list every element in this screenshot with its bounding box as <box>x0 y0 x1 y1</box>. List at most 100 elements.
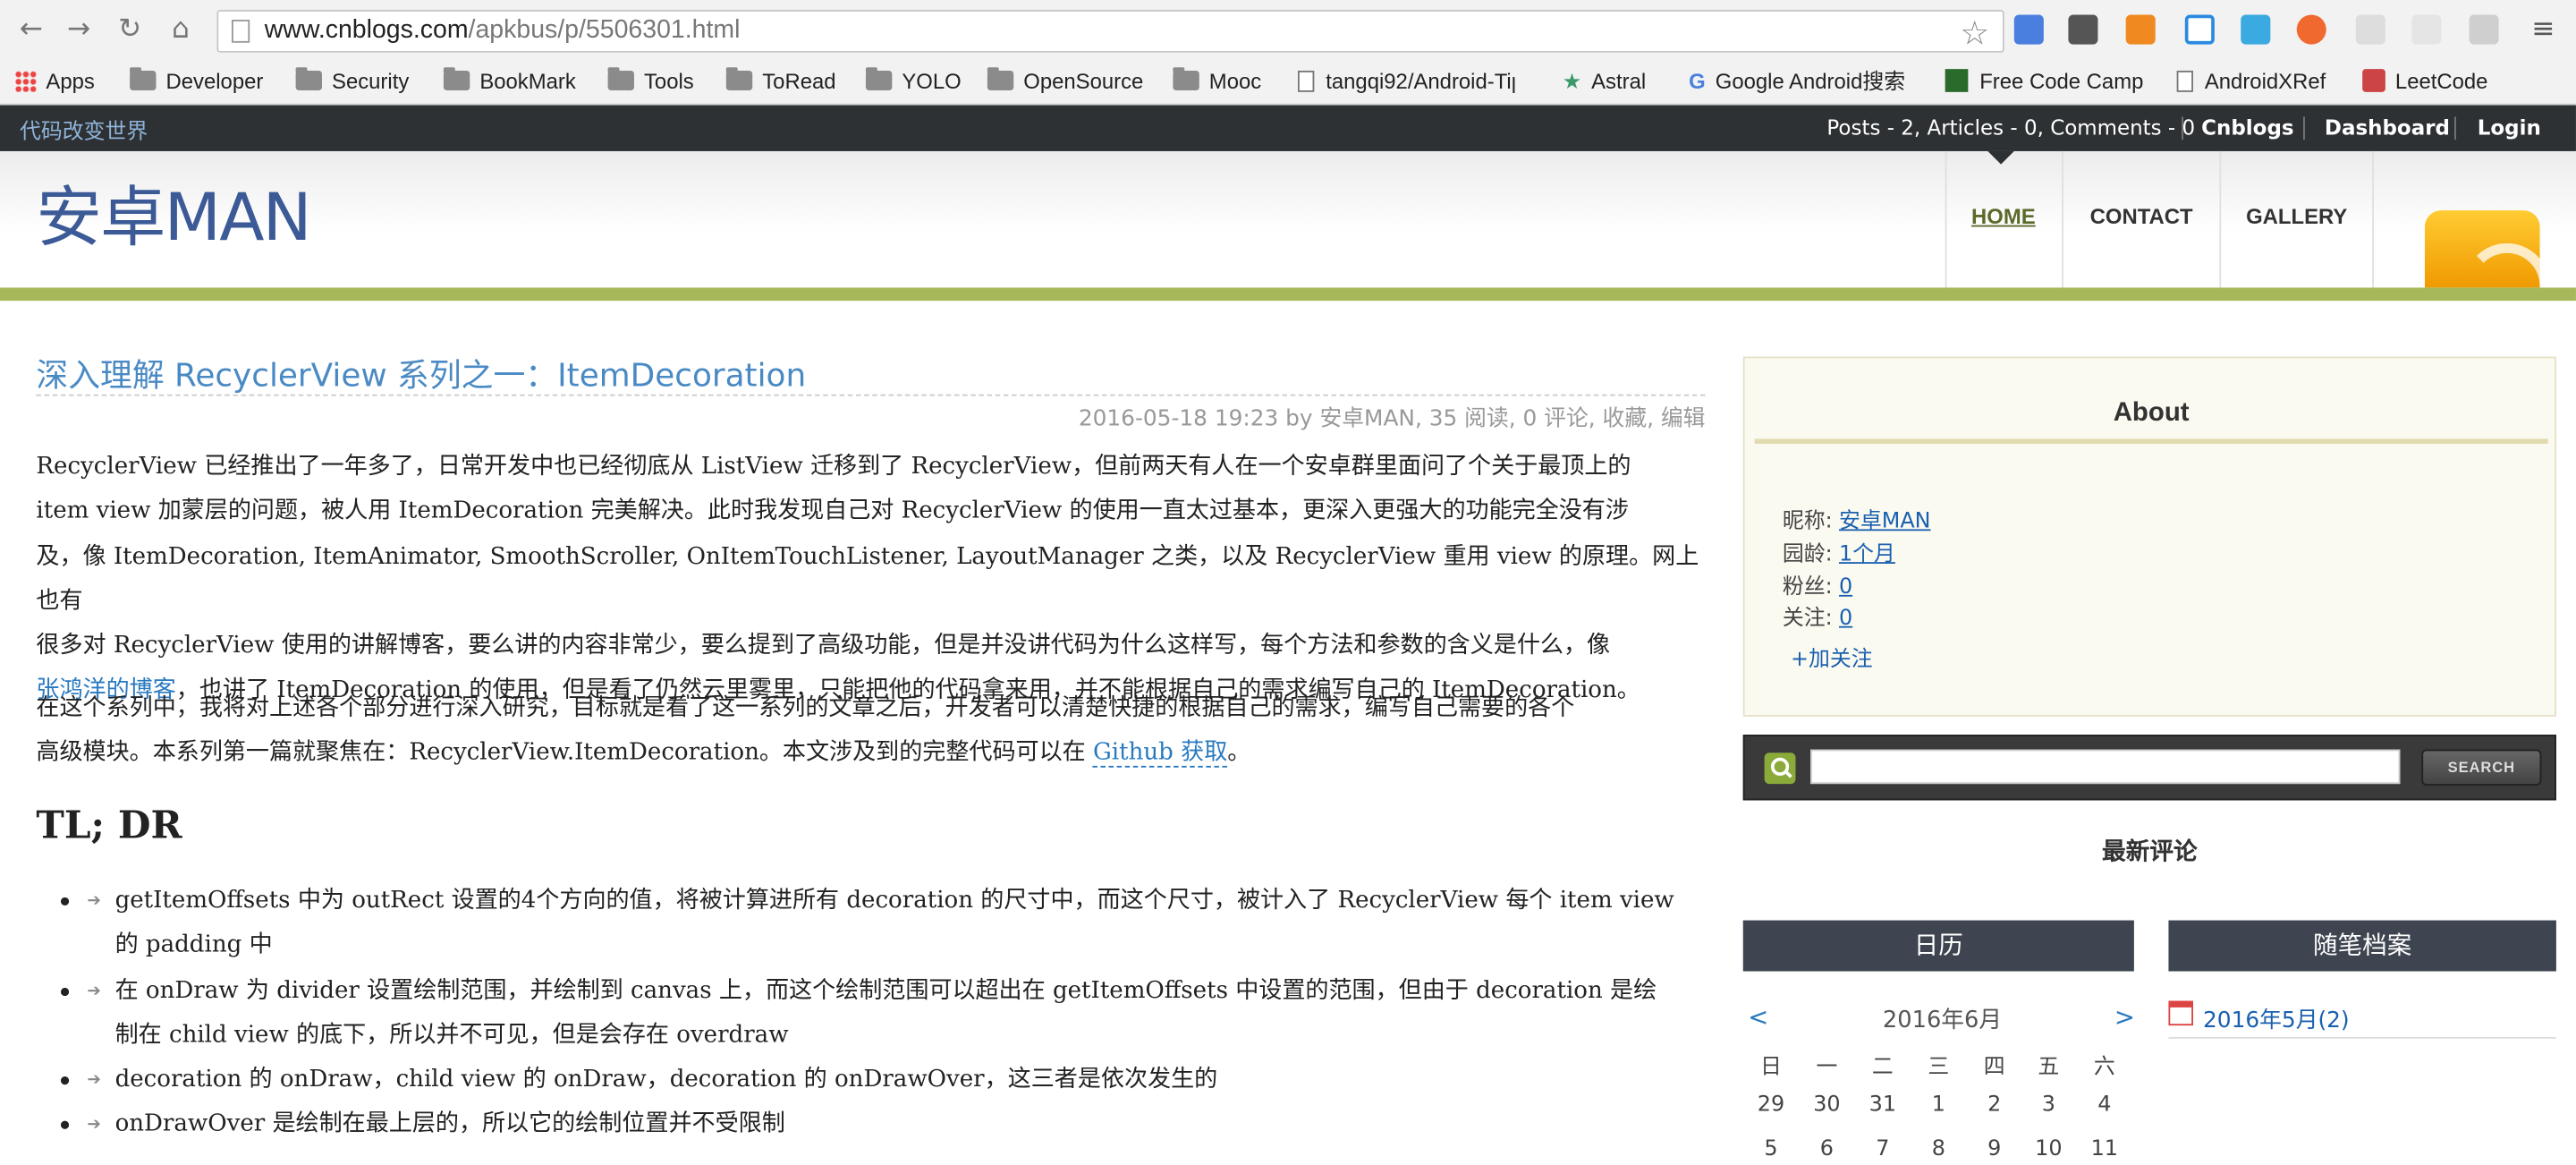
paragraph-line: item view 加蒙层的问题，被人用 ItemDecoration 完美解决… <box>36 498 1629 525</box>
archive-link-may[interactable]: 2016年5月(2) <box>2203 1001 2350 1033</box>
age-link[interactable]: 1个月 <box>1839 542 1895 567</box>
address-bar[interactable]: www.cnblogs.com/apkbus/p/5506301.html ☆ <box>216 10 2004 53</box>
lifebuoy-extension-icon[interactable] <box>2296 14 2326 45</box>
bookmark-astral[interactable]: ★ Astral <box>1563 67 1646 97</box>
calendar-weekday: 日 <box>1759 1055 1782 1080</box>
bullet-dot <box>60 1120 70 1129</box>
fans-link[interactable]: 0 <box>1839 575 1852 600</box>
search-panel: SEARCH <box>1742 735 2556 801</box>
url-text: www.cnblogs.com/apkbus/p/5506301.html <box>264 16 741 45</box>
login-link[interactable]: Login <box>2478 115 2541 140</box>
list-item: ➔ onDrawOver 是绘制在最上层的，所以它的绘制位置并不受限制 <box>60 1102 1706 1147</box>
calendar-prev-button[interactable]: < <box>1748 1002 1768 1032</box>
bookmark-folder[interactable]: ToRead <box>725 67 836 97</box>
github-link[interactable]: Github 获取 <box>1092 740 1227 769</box>
paragraph-line: 很多对 RecyclerView 使用的讲解博客，要么讲的内容非常少，要么提到了… <box>36 633 1611 659</box>
home-icon[interactable]: ⌂ <box>165 13 198 47</box>
leetcode-icon <box>2362 69 2385 92</box>
intro-paragraph: RecyclerView 已经推出了一年多了，日常开发中也已经彻底从 ListV… <box>36 446 1705 715</box>
arrow-icon: ➔ <box>87 982 101 1001</box>
calendar-day: 8 <box>1931 1136 1945 1162</box>
bookmark-star-icon[interactable]: ☆ <box>1960 13 1989 53</box>
browser-toolbar: ← → ↻ ⌂ www.cnblogs.com/apkbus/p/5506301… <box>0 0 2576 61</box>
y-extension-icon[interactable] <box>2184 14 2215 45</box>
nav-contact[interactable]: CONTACT <box>2062 150 2219 288</box>
shield-extension-icon[interactable] <box>2411 14 2442 45</box>
calendar-weekday: 四 <box>1983 1055 2005 1080</box>
bookmark-folder[interactable]: Mooc <box>1173 67 1261 97</box>
bookmark-page[interactable]: AndroidXRef <box>2176 67 2326 97</box>
reload-icon[interactable]: ↻ <box>114 13 147 47</box>
dashboard-link[interactable]: Dashboard <box>2325 115 2450 140</box>
pocket-extension-icon[interactable] <box>2068 14 2098 45</box>
paragraph-line: 在这个系列中，我将对上述各个部分进行深入研究，目标就是看了这一系列的文章之后，开… <box>36 694 1575 722</box>
bullet-dot <box>60 897 70 906</box>
arrow-icon: ➔ <box>87 1071 101 1090</box>
bookmark-folder[interactable]: BookMark <box>443 67 576 97</box>
archive-divider <box>2168 1036 2556 1039</box>
calendar-weekday: 五 <box>2038 1055 2060 1080</box>
bookmark-google[interactable]: G Google Android搜索 <box>1689 67 1905 97</box>
bookmark-page[interactable]: tangqi92/Android-Tip <box>1297 67 1514 97</box>
calendar-day: 7 <box>1876 1136 1890 1162</box>
folder-icon <box>987 67 1014 91</box>
bookmark-folder[interactable]: Developer <box>130 67 263 97</box>
chart-extension-icon[interactable] <box>2125 14 2156 45</box>
bookmark-fcc[interactable]: Free Code Camp <box>1945 67 2143 97</box>
follow-button[interactable]: +加关注 <box>1791 641 1873 673</box>
folder-icon <box>1173 67 1199 91</box>
calendar-day: 5 <box>1764 1136 1778 1162</box>
page-icon <box>1297 70 1315 92</box>
calendar-day: 29 <box>1757 1093 1785 1118</box>
folder-icon <box>607 67 634 91</box>
star-icon: ★ <box>1562 69 1582 94</box>
bookmark-folder[interactable]: Tools <box>607 67 694 97</box>
warning-extension-icon[interactable] <box>2355 14 2385 45</box>
calendar-day: 4 <box>2097 1093 2112 1118</box>
nav-pointer <box>1987 150 2014 165</box>
info-age: 园龄: 1个月 <box>1782 542 1895 567</box>
following-link[interactable]: 0 <box>1839 607 1852 632</box>
nav-gallery[interactable]: GALLERY <box>2219 150 2375 288</box>
bookmark-apps[interactable]: Apps <box>14 67 95 97</box>
bookmark-leetcode[interactable]: LeetCode <box>2362 67 2487 97</box>
latest-comments-heading: 最新评论 <box>2102 839 2198 866</box>
tldr-heading: TL; DR <box>36 804 182 848</box>
bookmarks-bar: Apps Developer Security BookMark Tools T… <box>0 60 2576 106</box>
blog-title[interactable]: 安卓MAN <box>36 165 311 260</box>
calendar-next-button[interactable]: > <box>2114 1002 2135 1032</box>
search-input[interactable] <box>1810 749 2401 785</box>
back-arrow-icon[interactable]: ← <box>15 13 48 47</box>
post-meta: 2016-05-18 19:23 by 安卓MAN, 35 阅读, 0 评论, … <box>1078 405 1706 433</box>
rss-icon[interactable] <box>2424 210 2540 288</box>
bookmark-folder[interactable]: Security <box>295 67 409 97</box>
forward-arrow-icon[interactable]: → <box>63 13 96 47</box>
bookmark-folder[interactable]: YOLO <box>865 67 962 97</box>
tools-extension-icon[interactable] <box>2469 14 2499 45</box>
window-extension-icon[interactable] <box>2241 14 2271 45</box>
nickname-link[interactable]: 安卓MAN <box>1839 509 1931 534</box>
translate-extension-icon[interactable] <box>2013 14 2044 45</box>
calendar-weekday: 六 <box>2093 1055 2115 1080</box>
page-icon <box>231 20 250 43</box>
bullet-dot <box>60 1076 70 1085</box>
title-divider <box>36 394 1706 396</box>
menu-icon[interactable]: ≡ <box>2527 13 2560 47</box>
arrow-icon: ➔ <box>87 1116 101 1135</box>
nav-home[interactable]: HOME <box>1945 150 2061 288</box>
about-divider <box>1754 438 2548 444</box>
calendar-title: 2016年6月 <box>1882 1007 2003 1034</box>
bookmark-folder[interactable]: OpenSource <box>987 67 1143 97</box>
folder-icon <box>443 67 470 91</box>
divider <box>2454 116 2456 140</box>
search-button[interactable]: SEARCH <box>2421 749 2542 786</box>
post-title[interactable]: 深入理解 RecyclerView 系列之一：ItemDecoration <box>36 348 806 395</box>
calendar-day: 1 <box>1931 1093 1945 1118</box>
apps-grid-icon <box>14 70 37 92</box>
calendar-weekday: 二 <box>1871 1055 1894 1080</box>
page-icon <box>2176 70 2193 92</box>
header-divider <box>0 287 2576 302</box>
site-slogan[interactable]: 代码改变世界 <box>20 114 148 145</box>
calendar-weekday: 一 <box>1816 1055 1838 1080</box>
cnblogs-link[interactable]: Cnblogs <box>2201 115 2293 140</box>
